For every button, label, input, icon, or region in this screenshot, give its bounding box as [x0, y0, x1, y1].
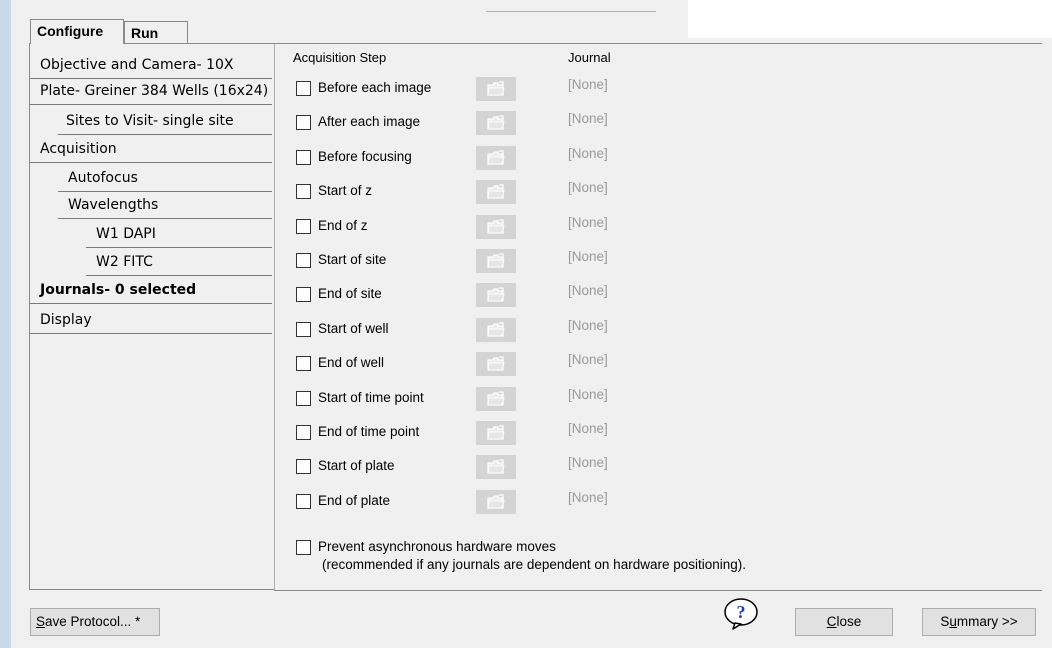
top-divider	[486, 11, 656, 12]
nav-item-journals[interactable]: Journals- 0 selected	[30, 278, 272, 304]
step-checkbox-end-of-z[interactable]	[296, 219, 311, 234]
svg-text:?: ?	[737, 602, 746, 622]
nav-item-wavelengths[interactable]: Wavelengths	[58, 193, 272, 219]
step-label: End of z	[318, 218, 368, 233]
browse-journal-button[interactable]	[476, 77, 516, 101]
step-label: Before each image	[318, 80, 432, 95]
folder-icon	[487, 115, 505, 130]
nav-item-autofocus[interactable]: Autofocus	[58, 166, 272, 192]
folder-icon	[487, 425, 505, 440]
step-label: Before focusing	[318, 149, 412, 164]
step-checkbox-start-of-plate[interactable]	[296, 459, 311, 474]
step-checkbox-after-each-image[interactable]	[296, 115, 311, 130]
folder-icon	[487, 184, 505, 199]
journal-value: [None]	[568, 490, 608, 505]
journal-value: [None]	[568, 215, 608, 230]
browse-journal-button[interactable]	[476, 111, 516, 135]
nav-item-objective-camera[interactable]: Objective and Camera- 10X	[30, 53, 272, 79]
step-label: End of site	[318, 286, 382, 301]
browse-journal-button[interactable]	[476, 318, 516, 342]
folder-icon	[487, 287, 505, 302]
close-label: lose	[836, 614, 862, 629]
journal-value: [None]	[568, 421, 608, 436]
journal-value: [None]	[568, 249, 608, 264]
folder-icon	[487, 253, 505, 268]
browse-journal-button[interactable]	[476, 421, 516, 445]
journal-header: Journal	[568, 50, 611, 65]
prevent-async-line2: (recommended if any journals are depende…	[322, 557, 747, 572]
prevent-async-checkbox[interactable]	[296, 540, 311, 555]
step-checkbox-end-of-time-point[interactable]	[296, 425, 311, 440]
tab-run[interactable]: Run	[124, 21, 188, 43]
step-checkbox-end-of-well[interactable]	[296, 356, 311, 371]
step-label: End of plate	[318, 493, 391, 508]
nav-item-acquisition[interactable]: Acquisition	[30, 137, 272, 163]
save-accel-key: S	[36, 614, 46, 629]
summary-accel-key: u	[949, 614, 957, 629]
step-checkbox-before-each-image[interactable]	[296, 81, 311, 96]
journal-value: [None]	[568, 180, 608, 195]
journal-value: [None]	[568, 455, 608, 470]
folder-icon	[487, 81, 505, 96]
journal-value: [None]	[568, 283, 608, 298]
step-checkbox-start-of-well[interactable]	[296, 322, 311, 337]
browse-journal-button[interactable]	[476, 490, 516, 514]
step-label: End of time point	[318, 424, 420, 439]
summary-button[interactable]: Summary >>	[922, 608, 1036, 636]
prevent-async-line1: Prevent asynchronous hardware moves	[318, 539, 556, 554]
folder-icon	[487, 150, 505, 165]
save-protocol-label: ave Protocol... *	[45, 614, 141, 629]
nav-item-plate[interactable]: Plate- Greiner 384 Wells (16x24)	[30, 79, 272, 105]
folder-icon	[487, 322, 505, 337]
journal-value: [None]	[568, 77, 608, 92]
folder-icon	[487, 356, 505, 371]
help-button[interactable]: ?	[721, 597, 761, 631]
summary-label-start: S	[940, 614, 950, 629]
step-label: Start of well	[318, 321, 389, 336]
question-icon: ?	[724, 598, 758, 630]
step-checkbox-end-of-site[interactable]	[296, 287, 311, 302]
left-edge-strip	[0, 0, 11, 648]
journal-value: [None]	[568, 387, 608, 402]
tab-configure[interactable]: Configure	[30, 19, 124, 44]
top-right-area	[688, 0, 1052, 38]
step-checkbox-start-of-z[interactable]	[296, 184, 311, 199]
journal-value: [None]	[568, 111, 608, 126]
browse-journal-button[interactable]	[476, 283, 516, 307]
step-label: Start of site	[318, 252, 387, 267]
folder-icon	[487, 219, 505, 234]
browse-journal-button[interactable]	[476, 249, 516, 273]
prevent-async-label: Prevent asynchronous hardware moves (rec…	[318, 538, 746, 574]
folder-icon	[487, 391, 505, 406]
step-label: Start of z	[318, 183, 373, 198]
step-checkbox-before-focusing[interactable]	[296, 150, 311, 165]
nav-item-display[interactable]: Display	[30, 308, 272, 334]
journal-value: [None]	[568, 318, 608, 333]
step-label: Start of time point	[318, 390, 424, 405]
close-button[interactable]: Close	[795, 608, 893, 636]
step-checkbox-start-of-site[interactable]	[296, 253, 311, 268]
step-label: Start of plate	[318, 458, 395, 473]
journal-value: [None]	[568, 146, 608, 161]
step-label: After each image	[318, 114, 421, 129]
journal-value: [None]	[568, 352, 608, 367]
browse-journal-button[interactable]	[476, 146, 516, 170]
step-checkbox-end-of-plate[interactable]	[296, 494, 311, 509]
save-protocol-button[interactable]: Save Protocol... *	[30, 608, 160, 636]
folder-icon	[487, 459, 505, 474]
folder-icon	[487, 494, 505, 509]
browse-journal-button[interactable]	[476, 387, 516, 411]
browse-journal-button[interactable]	[476, 352, 516, 376]
nav-item-w1-dapi[interactable]: W1 DAPI	[86, 222, 272, 248]
acquisition-step-header: Acquisition Step	[293, 50, 387, 65]
bottom-separator	[274, 590, 1042, 591]
nav-item-w2-fitc[interactable]: W2 FITC	[86, 250, 272, 276]
browse-journal-button[interactable]	[476, 455, 516, 479]
browse-journal-button[interactable]	[476, 215, 516, 239]
browse-journal-button[interactable]	[476, 180, 516, 204]
nav-item-sites-to-visit[interactable]: Sites to Visit- single site	[58, 109, 272, 135]
step-checkbox-start-of-time-point[interactable]	[296, 391, 311, 406]
step-label: End of well	[318, 355, 385, 370]
summary-label-end: mmary >>	[956, 614, 1018, 629]
